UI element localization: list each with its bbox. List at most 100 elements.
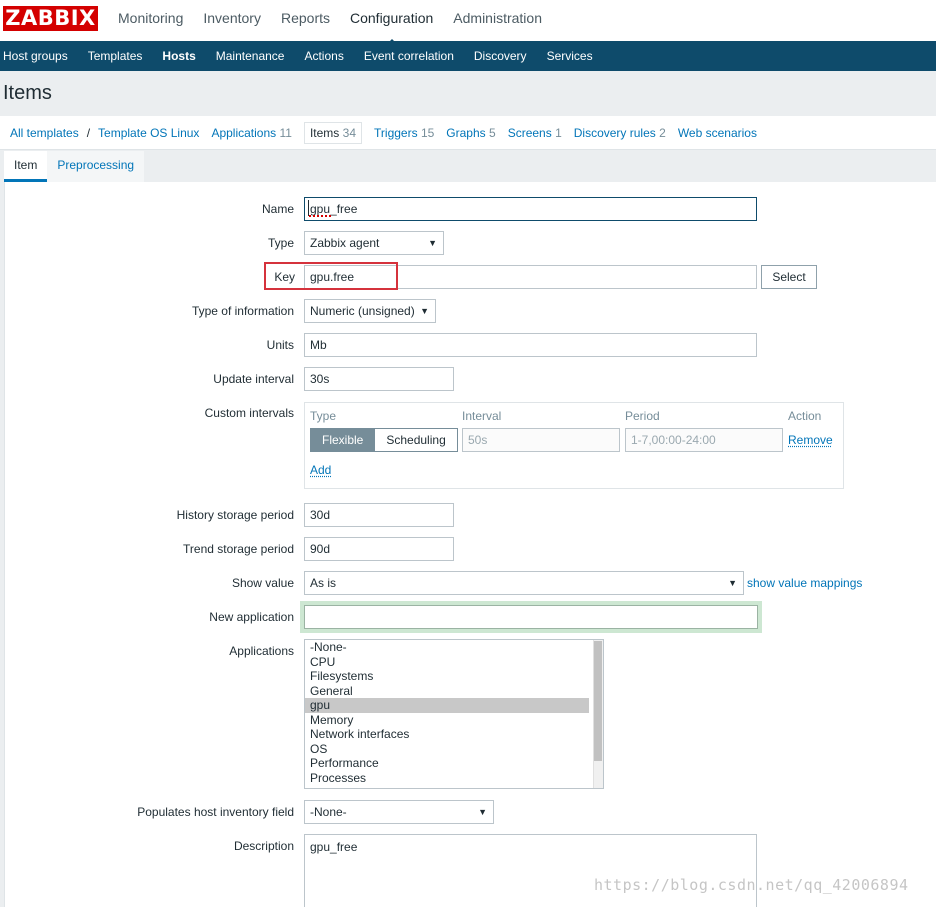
units-input[interactable]: Mb <box>304 333 757 357</box>
add-interval-link[interactable]: Add <box>310 463 331 477</box>
col-type-header: Type <box>310 409 337 423</box>
tab-label: Applications <box>211 125 277 140</box>
tab-items[interactable]: Items 34 <box>303 121 363 144</box>
list-item[interactable]: OS <box>305 742 589 757</box>
breadcrumb-template[interactable]: Template OS Linux <box>92 123 205 143</box>
top-bar: ZABBIX Monitoring Inventory Reports Conf… <box>0 0 936 45</box>
submenu-services[interactable]: Services <box>537 41 603 71</box>
submenu-discovery[interactable]: Discovery <box>464 41 537 71</box>
list-item[interactable]: -None- <box>305 640 589 655</box>
trend-label: Trend storage period <box>183 542 294 556</box>
dropdown-arrow-icon: ▼ <box>728 578 737 588</box>
tab-count: 11 <box>279 125 292 140</box>
custom-intervals-label: Custom intervals <box>204 406 294 420</box>
tab-graphs[interactable]: Graphs 5 <box>440 123 501 143</box>
form-panel <box>4 182 936 907</box>
scheduling-option[interactable]: Scheduling <box>375 428 458 452</box>
custom-interval-input[interactable]: 50s <box>462 428 620 452</box>
listbox-scrollbar[interactable] <box>593 640 603 788</box>
tab-web-scenarios[interactable]: Web scenarios <box>672 123 763 143</box>
trend-input[interactable]: 90d <box>304 537 454 561</box>
col-action-header: Action <box>788 409 822 423</box>
tab-count: 2 <box>659 125 666 140</box>
col-interval-header: Interval <box>462 409 502 423</box>
list-item[interactable]: Memory <box>305 713 589 728</box>
tab-label: Items <box>309 125 340 140</box>
menu-reports[interactable]: Reports <box>271 0 340 41</box>
tab-screens[interactable]: Screens 1 <box>502 123 568 143</box>
main-menu: Monitoring Inventory Reports Configurati… <box>108 0 552 45</box>
list-item-selected[interactable]: gpu <box>305 698 589 713</box>
tab-count: 34 <box>342 125 357 140</box>
list-item[interactable]: CPU <box>305 655 589 670</box>
dropdown-arrow-icon: ▼ <box>478 807 487 817</box>
custom-period-input[interactable]: 1-7,00:00-24:00 <box>625 428 783 452</box>
show-value-label: Show value <box>231 576 294 590</box>
name-input[interactable]: gpu_free <box>304 197 757 221</box>
submenu-host-groups[interactable]: Host groups <box>0 41 78 71</box>
list-item[interactable]: Processes <box>305 771 589 786</box>
applications-listbox[interactable]: -None- CPU Filesystems General gpu Memor… <box>304 639 604 789</box>
show-value-select[interactable]: As is ▼ <box>304 571 744 595</box>
show-value-mappings-link[interactable]: show value mappings <box>747 576 862 590</box>
menu-monitoring[interactable]: Monitoring <box>108 0 193 41</box>
tab-triggers[interactable]: Triggers 15 <box>368 123 440 143</box>
breadcrumb: All templates / Template OS Linux Applic… <box>0 116 936 150</box>
update-interval-input[interactable]: 30s <box>304 367 454 391</box>
list-item[interactable]: Filesystems <box>305 669 589 684</box>
description-label: Description <box>233 839 294 853</box>
type-select[interactable]: Zabbix agent ▼ <box>304 231 444 255</box>
col-period-header: Period <box>625 409 660 423</box>
info-type-label: Type of information <box>191 304 294 318</box>
menu-administration[interactable]: Administration <box>443 0 552 41</box>
submenu-event-correlation[interactable]: Event correlation <box>354 41 464 71</box>
type-select-value: Zabbix agent <box>310 236 380 250</box>
tab-label: Graphs <box>446 125 486 140</box>
submenu-actions[interactable]: Actions <box>294 41 353 71</box>
submenu-maintenance[interactable]: Maintenance <box>206 41 295 71</box>
show-value-current: As is <box>310 576 337 590</box>
tab-item[interactable]: Item <box>4 151 48 182</box>
remove-interval-link[interactable]: Remove <box>788 433 833 447</box>
watermark: https://blog.csdn.net/qq_42006894 <box>594 876 909 894</box>
spellcheck-underline <box>309 214 331 217</box>
zabbix-logo[interactable]: ZABBIX <box>3 6 98 31</box>
info-type-select[interactable]: Numeric (unsigned) ▼ <box>304 299 436 323</box>
submenu-templates[interactable]: Templates <box>78 41 153 71</box>
custom-intervals-table: Type Interval Period Action Flexible Sch… <box>304 402 844 489</box>
flexible-option[interactable]: Flexible <box>310 428 376 452</box>
inventory-field-value: -None- <box>310 805 347 819</box>
interval-type-toggle: Flexible Scheduling <box>310 428 458 452</box>
list-item[interactable]: Performance <box>305 756 589 771</box>
form-tabs: Item Preprocessing <box>4 151 145 182</box>
key-highlight-annotation <box>264 262 398 290</box>
inventory-field-select[interactable]: -None- ▼ <box>304 800 494 824</box>
tab-label: Screens <box>507 125 552 140</box>
tab-discovery-rules[interactable]: Discovery rules 2 <box>568 123 672 143</box>
tab-applications[interactable]: Applications 11 <box>205 123 298 143</box>
select-button[interactable]: Select <box>761 265 817 289</box>
new-application-focus-ring <box>300 601 762 633</box>
scrollbar-thumb[interactable] <box>594 641 602 761</box>
menu-configuration[interactable]: Configuration <box>340 0 443 45</box>
description-textarea[interactable]: gpu_free <box>304 834 757 907</box>
new-application-input[interactable] <box>304 605 758 629</box>
tab-label: Discovery rules <box>573 125 656 140</box>
submenu-hosts[interactable]: Hosts <box>152 41 205 71</box>
history-input[interactable]: 30d <box>304 503 454 527</box>
tab-label: Triggers <box>374 125 418 140</box>
sub-menu: Host groups Templates Hosts Maintenance … <box>0 41 936 71</box>
list-item[interactable]: Network interfaces <box>305 727 589 742</box>
inventory-field-label: Populates host inventory field <box>137 805 294 819</box>
menu-inventory[interactable]: Inventory <box>193 0 271 41</box>
list-item[interactable]: General <box>305 684 589 699</box>
new-application-label: New application <box>209 610 294 624</box>
tab-count: 1 <box>555 125 562 140</box>
name-label: Name <box>261 202 294 216</box>
tab-preprocessing[interactable]: Preprocessing <box>47 151 145 182</box>
type-label: Type <box>267 236 294 250</box>
breadcrumb-all-templates[interactable]: All templates <box>4 123 85 143</box>
tab-label: Web scenarios <box>677 125 757 140</box>
applications-label: Applications <box>229 644 294 658</box>
dropdown-arrow-icon: ▼ <box>428 238 437 248</box>
